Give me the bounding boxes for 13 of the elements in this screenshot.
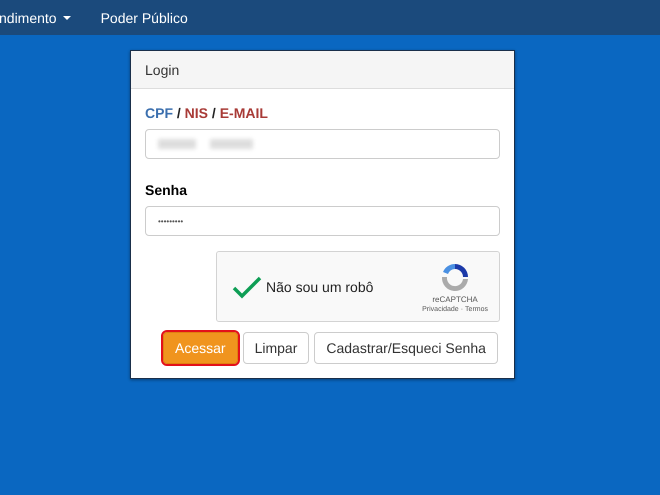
caret-icon	[62, 16, 71, 20]
action-button[interactable]: Limpar	[242, 332, 310, 364]
input-field[interactable]	[145, 129, 500, 159]
nav-link[interactable]: Poder Público	[100, 10, 188, 26]
nav-link[interactable]: ndimento	[0, 10, 71, 26]
checkmark-icon[interactable]	[232, 274, 262, 298]
panel-title: Login	[131, 51, 514, 89]
field-label: Senha	[145, 182, 188, 198]
password-field[interactable]: •••••••••	[145, 206, 500, 236]
captcha-brand: reCAPTCHA	[432, 294, 478, 304]
captcha-label: Não sou um robô	[266, 278, 374, 294]
action-button[interactable]: Cadastrar/Esqueci Senha	[314, 332, 498, 364]
field-label: CPF / NIS / E-MAIL	[145, 105, 269, 121]
